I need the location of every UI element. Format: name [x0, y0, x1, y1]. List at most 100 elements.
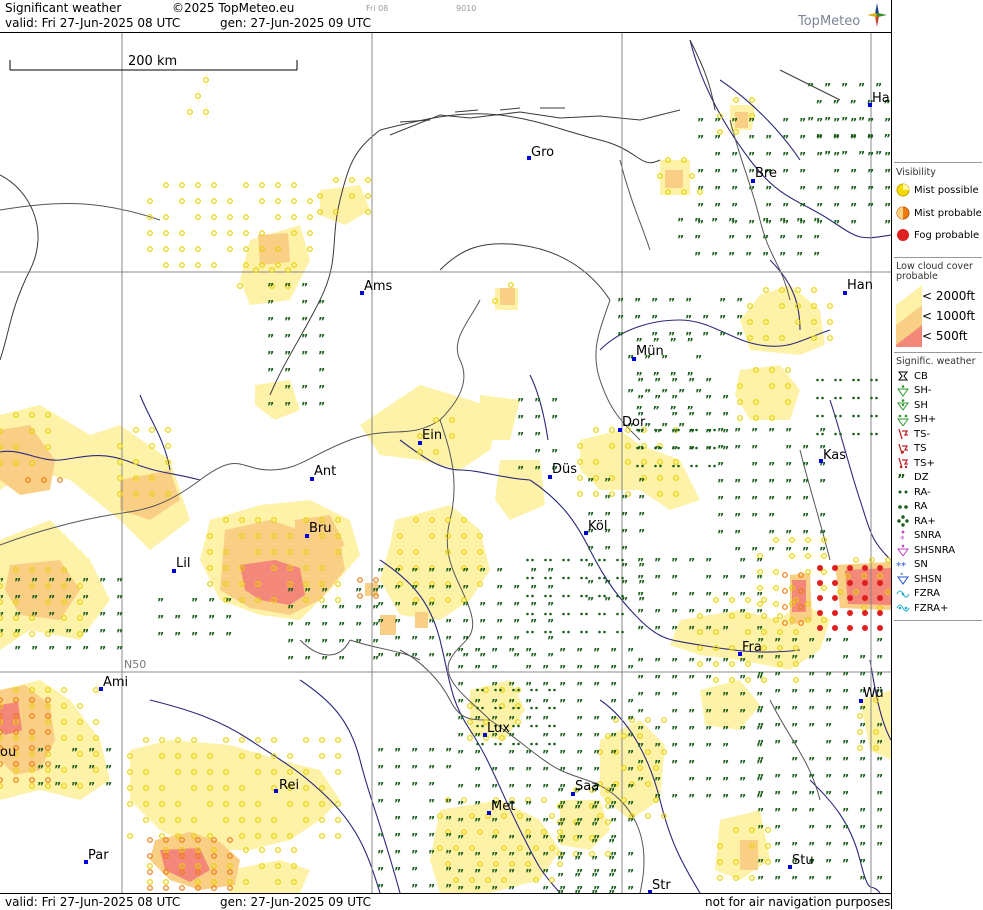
drizzle-symbol: ” [31, 576, 38, 589]
drizzle-symbol: ” [318, 298, 325, 311]
mist-symbol [777, 613, 783, 619]
drizzle-symbol: ” [842, 636, 849, 649]
drizzle-symbol: ” [82, 610, 89, 623]
drizzle-symbol: ” [736, 296, 743, 309]
mist-symbol [243, 246, 249, 252]
rain-symbol [621, 576, 624, 580]
drizzle-symbol: ” [508, 867, 515, 880]
drizzle-symbol: ” [774, 670, 781, 683]
rain-symbol [713, 446, 716, 450]
generation-time: gen: 27-Jun-2025 09 UTC [220, 16, 372, 30]
drizzle-symbol: ” [591, 871, 598, 884]
rain-symbol [499, 742, 502, 746]
drizzle-symbol: ” [765, 218, 772, 231]
drizzle-symbol: ” [816, 150, 823, 163]
weather-title: Signific. weather [896, 356, 976, 367]
rain-symbol [708, 464, 711, 468]
drizzle-symbol: ” [651, 296, 658, 309]
drizzle-symbol: ” [705, 673, 712, 686]
drizzle-symbol: ” [355, 637, 362, 650]
drizzle-symbol: ” [82, 644, 89, 657]
mist-symbol [163, 182, 169, 188]
svg-text:*: * [900, 573, 904, 579]
rain-symbol [598, 576, 601, 580]
drizzle-symbol: ” [736, 330, 743, 343]
drizzle-symbol: ” [593, 646, 600, 659]
drizzle-symbol: ” [876, 789, 883, 802]
drizzle-symbol: ” [722, 590, 729, 603]
city-lil: Lil [172, 556, 190, 573]
drizzle-symbol: ” [719, 330, 726, 343]
drizzle-symbol: ” [65, 576, 72, 589]
rain-symbol [567, 612, 570, 616]
drizzle-symbol: ” [411, 865, 418, 878]
rain-symbol [562, 576, 565, 580]
drizzle-symbol: ” [525, 782, 532, 795]
drizzle-symbol: ” [671, 590, 678, 603]
rain-symbol [567, 558, 570, 562]
drizzle-symbol: ” [791, 772, 798, 785]
mist-probable-icon [896, 206, 910, 220]
drizzle-symbol: ” [876, 823, 883, 836]
map-canvas[interactable]: ” ” ” ” ” ” ” ” ” ” ” ” ” ” ” ” ” ” ” ” ” ” ” ” ” ” ” ” ” ” ” ” ” ” ” ” ” ” ” ”… [0, 33, 891, 893]
drizzle-symbol: ” [267, 400, 274, 413]
drizzle-symbol: ” [534, 413, 541, 426]
mist-symbol [143, 737, 149, 743]
drizzle-symbol: ” [859, 721, 866, 734]
city-label-ami: Ami [103, 675, 128, 690]
drizzle-symbol: ” [671, 741, 678, 754]
drizzle-symbol: ” [534, 396, 541, 409]
drizzle-symbol: ” [287, 586, 294, 599]
drizzle-symbol: ” [859, 653, 866, 666]
drizzle-symbol: ” [842, 806, 849, 819]
drizzle-symbol: ” [99, 576, 106, 589]
drizzle-symbol: ” [457, 850, 464, 863]
drizzle-symbol: ” [748, 150, 755, 163]
drizzle-symbol: ” [671, 410, 678, 423]
drizzle-symbol: ” [191, 596, 198, 609]
drizzle-symbol: ” [799, 184, 806, 197]
weather-map[interactable]: ” ” ” ” ” ” ” ” ” ” ” ” ” ” ” ” ” ” ” ” ” ” ” ” ” ” ” ” ” ” ” ” ” ” ” ” ” ” ” ”… [0, 33, 891, 893]
drizzle-symbol: ” [411, 566, 418, 579]
drizzle-symbol: ” [774, 687, 781, 700]
drizzle-symbol: ” [757, 857, 764, 870]
rain-symbol [580, 612, 583, 616]
city-label-ein: Ein [422, 428, 442, 443]
rain-symbol [708, 446, 711, 450]
rain-symbol [839, 432, 842, 436]
drizzle-symbol: ” [791, 704, 798, 717]
drizzle-symbol: ” [756, 573, 763, 586]
drizzle-symbol: ” [671, 573, 678, 586]
mist-symbol [645, 717, 651, 723]
drizzle-symbol: ” [394, 617, 401, 630]
mist-symbol [61, 687, 67, 693]
drizzle-symbol: ” [559, 697, 566, 710]
drizzle-symbol: ” [719, 313, 726, 326]
drizzle-symbol: ” [372, 603, 379, 616]
drizzle-symbol: ” [445, 831, 452, 844]
drizzle-symbol: ” [474, 748, 481, 761]
mist-symbol [307, 230, 313, 236]
drizzle-symbol: ” [157, 613, 164, 626]
drizzle-symbol: ” [717, 460, 724, 473]
drizzle-symbol: ” [734, 494, 741, 507]
drizzle-symbol: ” [593, 663, 600, 676]
drizzle-symbol: ” [757, 823, 764, 836]
city-label-saa: Saa [575, 779, 599, 794]
drizzle-symbol: ” [757, 789, 764, 802]
drizzle-symbol: ” [457, 680, 464, 693]
latitude-label: N50 [124, 658, 146, 671]
drizzle-symbol: ” [875, 149, 882, 162]
mist-symbol [191, 737, 197, 743]
city-label-wu: Wü [863, 686, 884, 701]
rain-symbol [603, 558, 606, 562]
drizzle-symbol: ” [739, 792, 746, 805]
drizzle-symbol: ” [859, 772, 866, 785]
legend-wx-sn: ** SN [896, 559, 928, 571]
drizzle-symbol: ” [284, 315, 291, 328]
mist-symbol [291, 182, 297, 188]
drizzle-symbol: ” [685, 313, 692, 326]
drizzle-symbol: ” [654, 656, 661, 669]
drizzle-symbol: ” [496, 600, 503, 613]
drizzle-symbol: ” [394, 780, 401, 793]
